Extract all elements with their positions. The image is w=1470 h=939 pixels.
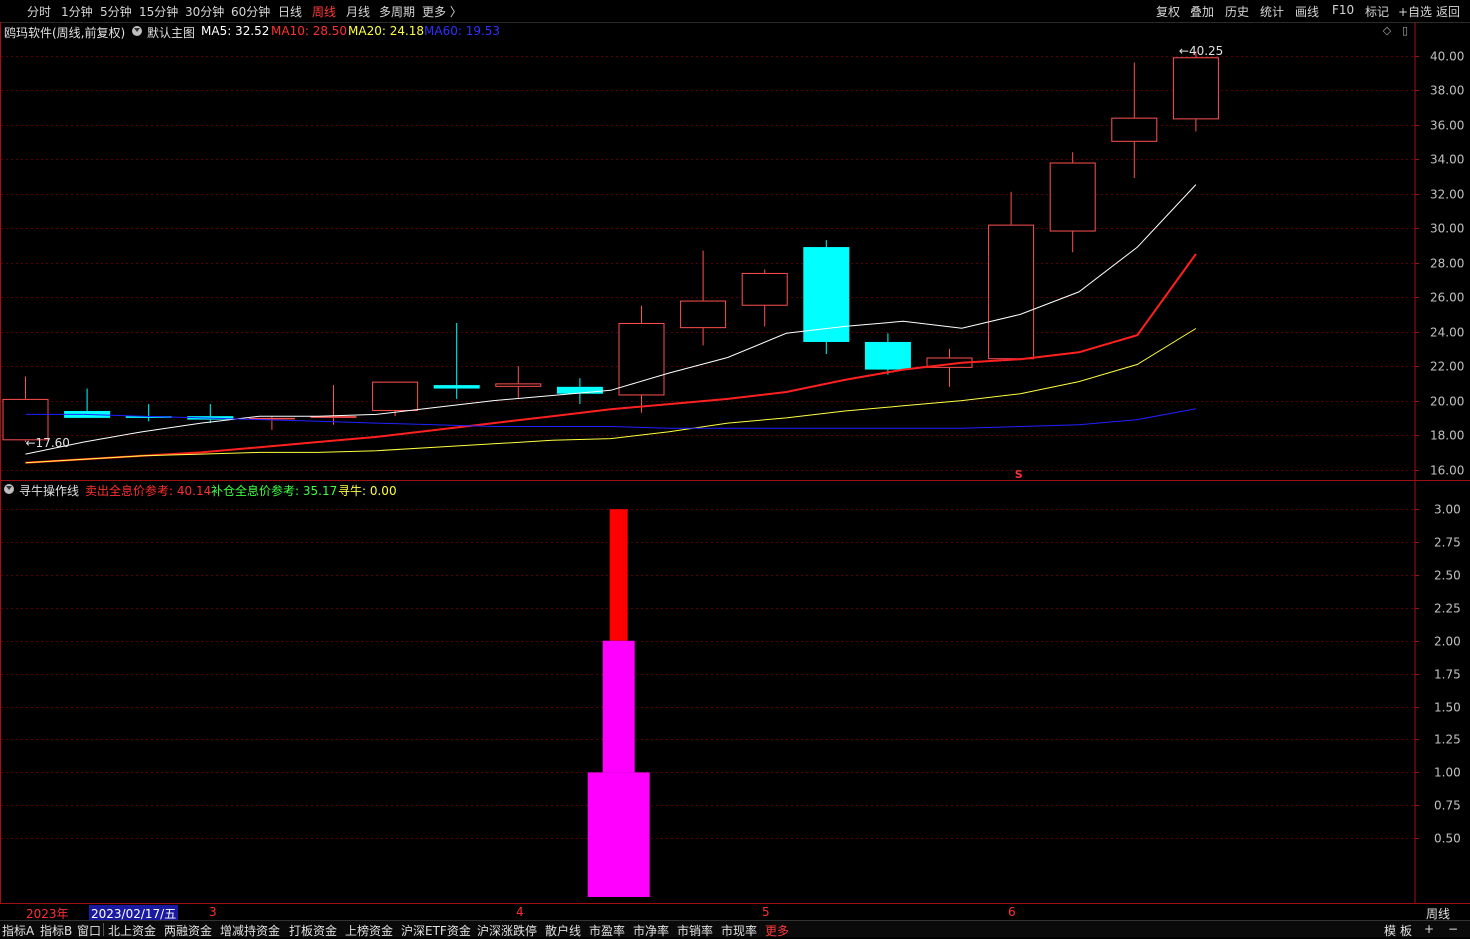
tab-indicator-a[interactable]: 指标A	[2, 922, 34, 939]
indicator-tick-label: 1.25	[1434, 733, 1461, 747]
month-label-6: 6	[1008, 905, 1016, 919]
indicator-tab-bar: 指标A 指标B 窗口 北上资金 两融资金 增减持资金 打板资金 上榜资金 沪深E…	[0, 920, 1470, 939]
template-button[interactable]: 模	[1384, 922, 1396, 939]
month-label-5: 5	[762, 905, 770, 919]
indicator-tick-label: 2.25	[1434, 602, 1461, 616]
indicator-bar	[587, 772, 650, 897]
candle	[1049, 152, 1096, 253]
price-tick-label: 38.00	[1430, 84, 1464, 98]
tab-pcf[interactable]: 市现率	[721, 922, 757, 939]
tab-limit-stats[interactable]: 沪深涨跌停	[477, 922, 537, 939]
tab-top-list-funds[interactable]: 上榜资金	[345, 922, 393, 939]
candle-body-up	[1172, 57, 1219, 120]
indicator-tick-label: 2.75	[1434, 536, 1461, 550]
month-label-3: 3	[209, 905, 217, 919]
indicator-tick-label: 0.50	[1434, 832, 1461, 846]
tab-indicator-b[interactable]: 指标B	[40, 922, 72, 939]
price-tick-label: 30.00	[1430, 222, 1464, 236]
candle-body-up	[618, 322, 665, 396]
indicator-tick-label: 1.75	[1434, 668, 1461, 682]
candle	[741, 269, 788, 327]
indicator-tick-label: 0.75	[1434, 799, 1461, 813]
tab-pe[interactable]: 市盈率	[589, 922, 625, 939]
candle	[310, 385, 357, 425]
indicator-tick-label: 2.50	[1434, 569, 1461, 583]
price-tick-label: 16.00	[1430, 464, 1464, 478]
min-price-label: ←17.60	[26, 436, 70, 450]
candle	[618, 305, 665, 413]
price-tick-label: 18.00	[1430, 429, 1464, 443]
candle-body-down	[433, 385, 480, 389]
price-tick-label: 40.00	[1430, 50, 1464, 64]
candle-body-down	[803, 247, 850, 342]
zoom-in-button[interactable]: +	[1424, 922, 1434, 936]
tab-holding-change[interactable]: 增减持资金	[220, 922, 280, 939]
tab-pb[interactable]: 市净率	[633, 922, 669, 939]
candle-body-up	[2, 398, 49, 441]
candle-body-up	[988, 224, 1035, 360]
indicator-tick-label: 1.50	[1434, 701, 1461, 715]
candle	[988, 191, 1035, 360]
candle	[248, 416, 295, 430]
candle	[1172, 51, 1219, 132]
tab-more-indicators[interactable]: 更多	[765, 922, 789, 939]
indicator-bar	[609, 509, 628, 641]
candle-body-up	[372, 381, 419, 411]
max-price-label: ←40.25	[1179, 44, 1223, 58]
price-tick-label: 36.00	[1430, 119, 1464, 133]
price-tick-label: 28.00	[1430, 257, 1464, 271]
tab-northbound[interactable]: 北上资金	[108, 922, 156, 939]
candle	[2, 376, 49, 443]
indicator-bar	[602, 640, 635, 773]
chart-canvas[interactable]: 16.00 18.00 20.00 22.00 24.00 26.00 28.00 30.00…	[0, 0, 1470, 904]
candle	[803, 240, 850, 355]
tab-margin[interactable]: 两融资金	[164, 922, 212, 939]
zoom-out-button[interactable]: −	[1448, 922, 1458, 936]
date-axis: 2023年 2023/02/17/五 3 4 5 6 周线	[0, 904, 1470, 922]
candle-body-up	[1111, 117, 1158, 142]
candle-body-up	[248, 417, 295, 420]
candle	[495, 366, 542, 399]
indicator-tick-label: 1.00	[1434, 766, 1461, 780]
candle-body-down	[864, 341, 911, 370]
candle	[1111, 62, 1158, 179]
price-tick-label: 32.00	[1430, 188, 1464, 202]
candle	[433, 322, 480, 399]
tab-etf-funds[interactable]: 沪深ETF资金	[401, 922, 471, 939]
indicator-tick-label: 3.00	[1434, 503, 1461, 517]
tab-ps[interactable]: 市销率	[677, 922, 713, 939]
separator	[103, 923, 104, 936]
signal-marker: S	[1015, 468, 1023, 481]
candle-body-up	[680, 300, 727, 329]
candle	[64, 388, 111, 418]
candle-body-up	[741, 272, 788, 306]
tab-limit-up-funds[interactable]: 打板资金	[289, 922, 337, 939]
candle	[372, 381, 419, 417]
tab-window[interactable]: 窗口	[77, 922, 101, 939]
candle-body-up	[1049, 162, 1096, 232]
month-label-4: 4	[516, 905, 524, 919]
candle-body-up	[310, 416, 357, 418]
price-tick-label: 34.00	[1430, 153, 1464, 167]
candle	[125, 404, 172, 422]
price-tick-label: 24.00	[1430, 326, 1464, 340]
candle	[926, 348, 973, 387]
tab-retail-line[interactable]: 散户线	[545, 922, 581, 939]
price-tick-label: 20.00	[1430, 395, 1464, 409]
candle-body-up	[495, 383, 542, 387]
board-button[interactable]: 板	[1400, 922, 1412, 939]
price-tick-label: 22.00	[1430, 360, 1464, 374]
indicator-tick-label: 2.00	[1434, 635, 1461, 649]
price-tick-label: 26.00	[1430, 291, 1464, 305]
